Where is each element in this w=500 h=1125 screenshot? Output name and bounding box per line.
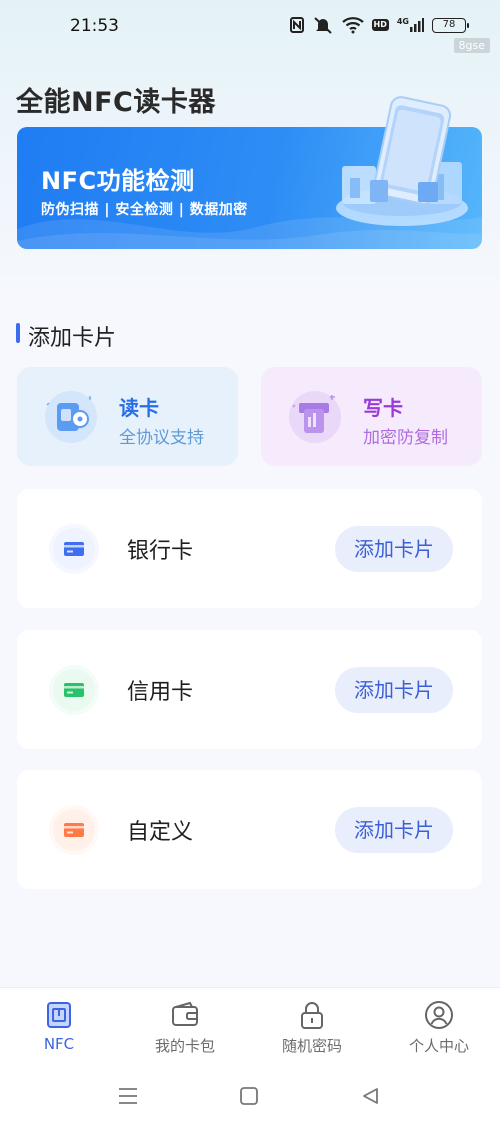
system-nav-bar [0, 1067, 500, 1125]
credit-card-row: 信用卡 添加卡片 [17, 630, 482, 749]
nav-label-profile: 个人中心 [408, 1037, 469, 1055]
app-title: 全能NFC读卡器 [16, 87, 216, 118]
network-type: 4G [396, 17, 409, 26]
status-bar: 21:53 HD 4G 78 8gse [0, 0, 500, 56]
nav-label-wallet: 我的卡包 [154, 1037, 215, 1055]
section-title: 添加卡片 [28, 326, 117, 351]
write-card-title: 写卡 [363, 396, 403, 420]
status-icons: HD 4G 78 [289, 16, 469, 34]
signal-icon [410, 18, 424, 32]
bottom-nav: NFC 我的卡包 随机密码 个人中心 [0, 987, 500, 1067]
credit-card-icon [53, 669, 95, 711]
add-bank-card-button[interactable]: 添加卡片 [335, 526, 453, 572]
watermark: 8gse [453, 38, 490, 53]
status-time: 21:53 [70, 16, 119, 36]
nfc-icon [47, 1002, 71, 1028]
section-accent-bar [16, 323, 20, 343]
nav-item-random-password[interactable]: 随机密码 [262, 1000, 362, 1056]
credit-card-label: 信用卡 [127, 680, 194, 705]
write-card-button[interactable]: 写卡 加密防复制 [261, 367, 482, 466]
lock-icon [301, 1002, 323, 1029]
custom-card-icon [53, 809, 95, 851]
home-icon[interactable] [240, 1087, 258, 1105]
bank-card-row: 银行卡 添加卡片 [17, 489, 482, 608]
bank-card-label: 银行卡 [127, 539, 194, 564]
wifi-icon [341, 17, 364, 34]
wallet-icon [172, 1001, 198, 1026]
mute-icon [313, 17, 332, 34]
custom-card-row: 自定义 添加卡片 [17, 770, 482, 889]
read-card-desc: 全协议支持 [119, 428, 204, 448]
banner-title: NFC功能检测 [41, 167, 195, 195]
read-card-button[interactable]: 读卡 全协议支持 [17, 367, 238, 466]
menu-icon[interactable] [118, 1087, 138, 1105]
battery-indicator: 78 [432, 17, 469, 33]
phone-illustration [336, 96, 468, 226]
nav-item-nfc[interactable]: NFC [9, 1000, 109, 1053]
nav-item-wallet[interactable]: 我的卡包 [135, 1000, 235, 1056]
bank-card-icon [53, 528, 95, 570]
signal-indicator: 4G [397, 18, 424, 32]
banner-subtitle: 防伪扫描 | 安全检测 | 数据加密 [41, 202, 248, 218]
write-card-icon [289, 391, 341, 443]
nav-item-profile[interactable]: 个人中心 [389, 1000, 489, 1056]
nav-label-random-password: 随机密码 [281, 1037, 342, 1055]
back-icon[interactable] [361, 1087, 379, 1105]
write-card-desc: 加密防复制 [363, 428, 448, 448]
nav-label-nfc: NFC [43, 1035, 75, 1053]
add-custom-card-button[interactable]: 添加卡片 [335, 807, 453, 853]
nfc-status-icon [289, 17, 304, 33]
add-credit-card-button[interactable]: 添加卡片 [335, 667, 453, 713]
hd-badge: HD [371, 19, 389, 31]
custom-card-label: 自定义 [127, 820, 194, 845]
read-card-icon [45, 391, 97, 443]
user-icon [425, 1001, 453, 1029]
read-card-title: 读卡 [119, 396, 159, 420]
